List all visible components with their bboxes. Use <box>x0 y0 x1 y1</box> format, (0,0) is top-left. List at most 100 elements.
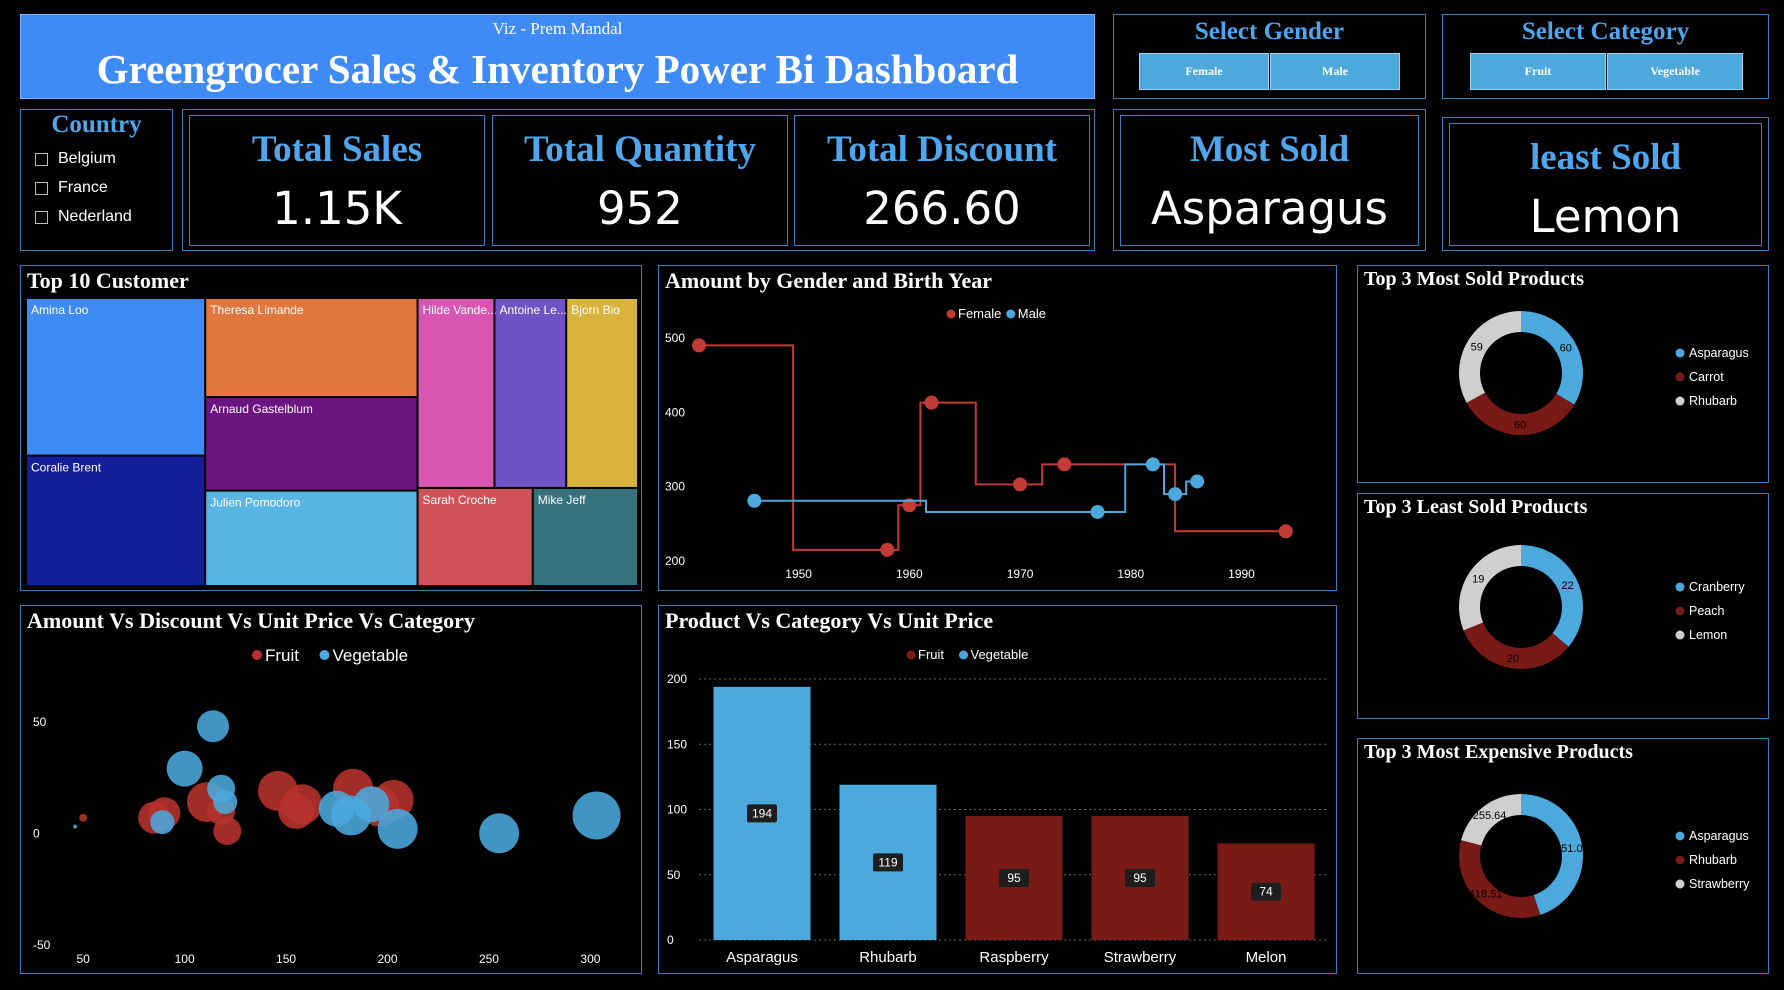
legend-marker <box>1675 879 1685 889</box>
gender-slicer-title: Select Gender <box>1194 18 1345 45</box>
amount-discount-scatter-panel: Amount Vs Discount Vs Unit Price Vs Cate… <box>20 605 642 974</box>
dashboard-header: Viz - Prem Mandal Greengrocer Sales & In… <box>20 14 1095 99</box>
checkbox-icon[interactable] <box>35 181 48 195</box>
legend-label: Vegetable <box>971 647 1029 662</box>
kpi-least-sold: least Sold Lemon <box>1449 123 1762 246</box>
checkbox-icon[interactable] <box>35 152 48 166</box>
treemap-tile <box>27 456 205 585</box>
top3-most-sold-panel: Top 3 Most Sold Products 60 60 59 Asparagus… <box>1357 265 1769 483</box>
legend-marker <box>906 650 916 660</box>
treemap-label: Coralie Brent <box>31 461 102 475</box>
slice-label: 60 <box>1560 343 1572 355</box>
country-slicer: Country Belgium France Nederland <box>20 109 173 251</box>
country-slicer-title: Country <box>51 111 142 138</box>
legend-marker <box>319 650 330 660</box>
x-tick-label: Rhubarb <box>859 949 917 966</box>
gender-option-female[interactable]: Female <box>1139 53 1269 90</box>
y-tick-label: 400 <box>665 405 685 419</box>
top3-least-sold-panel: Top 3 Least Sold Products 22 20 19 Cranberr… <box>1357 493 1769 719</box>
category-option-vegetable[interactable]: Vegetable <box>1607 53 1743 90</box>
donut-slice <box>1459 311 1521 403</box>
kpi-total-discount: Total Discount 266.60 <box>794 115 1090 246</box>
data-point <box>1090 504 1105 519</box>
legend-label: Cranberry <box>1689 580 1745 594</box>
gender-option-male[interactable]: Male <box>1270 53 1400 90</box>
legend-label: Strawberry <box>1689 877 1750 891</box>
data-label: 119 <box>878 855 897 869</box>
kpi-total-quantity: Total Quantity 952 <box>492 115 788 246</box>
category-option-fruit[interactable]: Fruit <box>1470 53 1606 90</box>
y-tick-label: -50 <box>33 938 51 952</box>
x-tick-label: 250 <box>479 952 499 966</box>
country-option-nederland[interactable]: Nederland <box>35 208 132 226</box>
slice-label: 19 <box>1472 573 1484 585</box>
donut-chart: 22 20 19 Cranberry Peach Lemon <box>1459 545 1745 669</box>
kpi-label: least Sold <box>1529 137 1682 178</box>
legend-label: Male <box>1018 306 1046 321</box>
treemap-label: Theresa Limande <box>210 303 304 317</box>
treemap-tile <box>567 299 637 487</box>
x-tick-label: 150 <box>276 952 296 966</box>
x-tick-label: 1980 <box>1117 567 1144 581</box>
donut-slice <box>1521 545 1583 647</box>
x-tick-label: 50 <box>76 952 90 966</box>
donut-slice <box>1459 545 1521 631</box>
legend-label: Carrot <box>1689 370 1724 384</box>
treemap-tile <box>495 299 566 487</box>
data-point <box>692 338 706 353</box>
category-slicer: Select Category Fruit Vegetable <box>1442 14 1769 99</box>
scatter-point <box>572 791 621 840</box>
data-point <box>1145 457 1160 472</box>
y-tick-label: 0 <box>33 826 40 840</box>
scatter-point <box>278 793 315 829</box>
kpi-value: Asparagus <box>1151 182 1388 235</box>
data-point <box>1013 477 1028 492</box>
slice-label: 418.51 <box>1469 888 1503 900</box>
y-tick-label: 200 <box>667 672 687 686</box>
treemap-tile <box>27 299 205 455</box>
x-tick-label: 200 <box>378 952 398 966</box>
data-point <box>1057 457 1072 472</box>
dashboard-title: Greengrocer Sales & Inventory Power Bi D… <box>96 46 1019 92</box>
y-tick-label: 50 <box>33 715 47 729</box>
kpi-label: Most Sold <box>1189 129 1350 170</box>
data-label: 95 <box>1007 871 1021 885</box>
legend-label: Fruit <box>265 646 299 665</box>
kpi-value: 266.60 <box>863 182 1021 235</box>
legend-marker <box>1675 348 1685 358</box>
country-option-belgium[interactable]: Belgium <box>35 150 116 168</box>
legend-label: Lemon <box>1689 628 1727 642</box>
data-point <box>1168 487 1183 502</box>
legend-marker <box>1675 396 1685 406</box>
treemap-label: Bjorn Bio <box>571 303 620 317</box>
y-tick-label: 50 <box>667 868 681 882</box>
bar-chart: 0 50 100 150 200 Fruit Vegetable 194 Asparagus 11… <box>667 647 1329 966</box>
line-chart: 200 300 400 500 1950 1960 1970 1980 1990 Female Ma… <box>665 306 1293 581</box>
kpi-value: Lemon <box>1529 190 1682 243</box>
data-point <box>1190 474 1205 489</box>
data-label: 74 <box>1259 885 1273 899</box>
kpi-total-sales: Total Sales 1.15K <box>189 115 485 246</box>
slice-label: 551.05 <box>1555 843 1589 855</box>
country-option-label: Belgium <box>58 150 116 167</box>
data-label: 194 <box>752 806 772 820</box>
viz-credit: Viz - Prem Mandal <box>492 19 623 38</box>
gender-slicer: Select Gender Female Male <box>1113 14 1426 99</box>
slice-label: 20 <box>1507 653 1519 665</box>
legend-label: Female <box>958 306 1001 321</box>
product-category-price-panel: Product Vs Category Vs Unit Price 0 50 100… <box>658 605 1337 974</box>
checkbox-icon[interactable] <box>35 210 48 224</box>
kpi-most-sold-frame: Most Sold Asparagus <box>1113 109 1426 251</box>
legend-marker <box>1006 309 1016 319</box>
scatter-chart: -50 0 50 50 100 150 200 250 300 Fruit Vegetable <box>33 646 621 966</box>
country-option-france[interactable]: France <box>35 179 108 197</box>
scatter-point <box>213 817 242 846</box>
slice-label: 59 <box>1471 342 1483 354</box>
x-tick-label: Strawberry <box>1104 949 1177 966</box>
legend-marker <box>1675 831 1685 841</box>
donut-chart: 60 60 59 Asparagus Carrot Rhubarb <box>1459 311 1749 435</box>
scatter-point <box>150 810 175 835</box>
legend-marker <box>1675 372 1685 382</box>
y-tick-label: 100 <box>667 803 687 817</box>
x-tick-label: 1950 <box>785 567 812 581</box>
